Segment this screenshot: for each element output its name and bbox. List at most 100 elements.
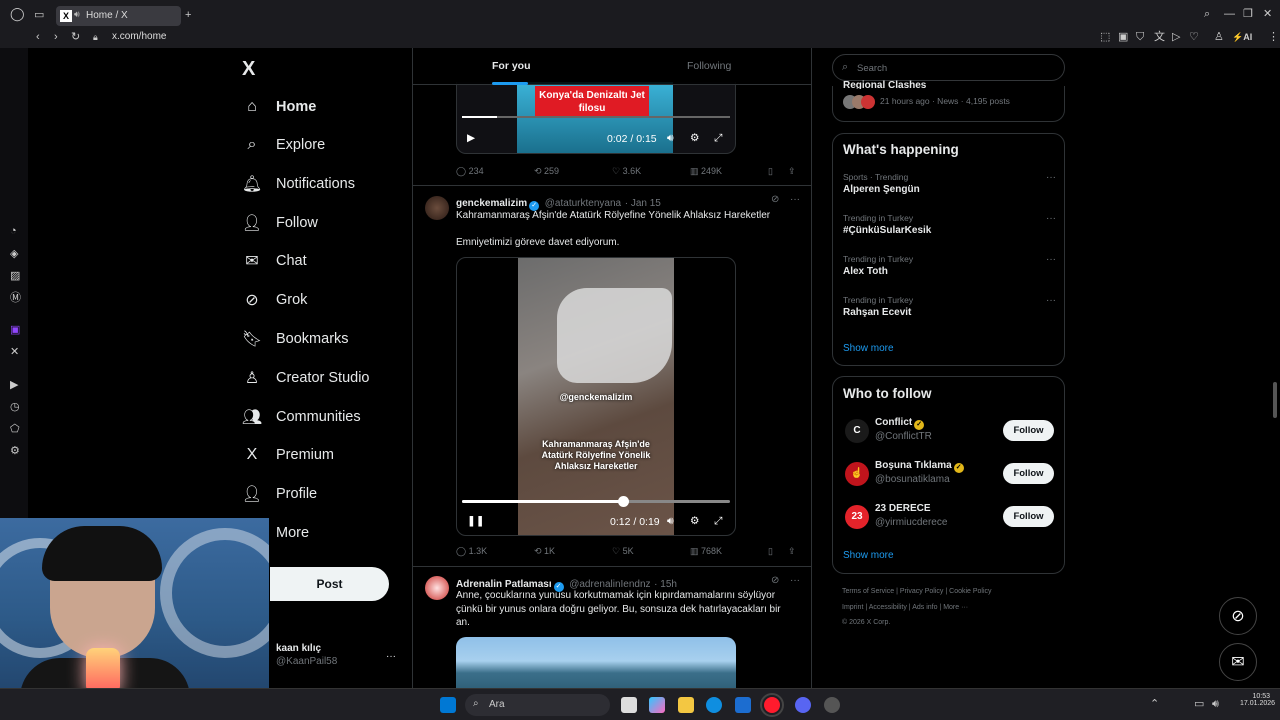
post-image[interactable] xyxy=(456,637,736,688)
grok-float-button[interactable]: ⊘ xyxy=(1219,597,1257,635)
author-name[interactable]: genckemalizim xyxy=(456,198,527,209)
messages-float-button[interactable]: ✉ xyxy=(1219,643,1257,681)
taskbar-search[interactable]: ⌕ Ara xyxy=(465,694,610,716)
follow-suggestion[interactable]: 23 23 DERECE @yirmiucderece Follow xyxy=(843,501,1058,533)
follow-suggestion[interactable]: C Conflict ✓ @ConflictTR Follow xyxy=(843,415,1058,447)
follow-button[interactable]: Follow xyxy=(1003,506,1054,527)
url-text[interactable]: x.com/home xyxy=(112,31,166,42)
bookmark-icon[interactable]: ▯ xyxy=(768,546,773,557)
sidebar-aria-icon[interactable]: ◔ xyxy=(10,225,17,237)
like-button[interactable]: ♡ 5K xyxy=(612,546,634,557)
start-icon[interactable] xyxy=(440,697,456,713)
search-tabs-icon[interactable]: ⌕ xyxy=(1204,8,1210,20)
trend-menu-icon[interactable]: ··· xyxy=(1046,213,1056,224)
heart-icon[interactable]: ♡ xyxy=(1189,31,1199,43)
nav-item-premium[interactable]: X Premium xyxy=(236,436,406,474)
video-progress[interactable] xyxy=(462,116,730,118)
share-icon[interactable]: ⇪ xyxy=(788,546,796,557)
post-menu-icon[interactable]: ··· xyxy=(790,194,800,205)
task-view-icon[interactable] xyxy=(621,697,637,713)
reply-button[interactable]: ◯ 234 xyxy=(456,166,484,177)
sidebar-history-icon[interactable]: ◷ xyxy=(10,401,20,413)
follow-suggestion[interactable]: ☝ Boşuna Tıklama ✓ @bosunatiklama Follow xyxy=(843,458,1058,490)
store-icon[interactable] xyxy=(735,697,751,713)
edge-icon[interactable] xyxy=(706,697,722,713)
news-card[interactable]: Regional Clashes 21 hours ago · News · 4… xyxy=(832,80,1065,122)
avatar[interactable]: 23 xyxy=(845,505,869,529)
sidebar-crypto-icon[interactable]: ◈ xyxy=(10,248,18,260)
follow-button[interactable]: Follow xyxy=(1003,420,1054,441)
footer-link[interactable]: Terms of Service xyxy=(842,588,894,595)
avatar[interactable]: ☝ xyxy=(845,462,869,486)
clock[interactable]: 10:53 17.01.2026 xyxy=(1240,693,1275,707)
trend-item[interactable]: Trending in Turkey Rahşan Ecevit ··· xyxy=(843,295,1058,318)
bookmark-icon[interactable]: ▯ xyxy=(768,166,773,177)
nav-item-notifications[interactable]: 🔔︎ Notifications xyxy=(236,165,406,203)
trend-menu-icon[interactable]: ··· xyxy=(1046,254,1056,265)
nav-item-bookmarks[interactable]: 🔖︎ Bookmarks xyxy=(236,320,406,358)
sidebar-player-icon[interactable]: ▶ xyxy=(10,379,18,391)
fullscreen-icon[interactable]: ⤢ xyxy=(714,515,722,528)
reply-button[interactable]: ◯ 1.3K xyxy=(456,546,487,557)
back-icon[interactable]: ‹ xyxy=(36,31,40,43)
share-icon[interactable]: ⇪ xyxy=(788,166,796,177)
show-more-trends[interactable]: Show more xyxy=(843,343,894,354)
extensions-icon[interactable]: ▣ xyxy=(1118,31,1128,43)
minimize-icon[interactable]: — xyxy=(1224,8,1235,20)
trend-menu-icon[interactable]: ··· xyxy=(1046,172,1056,183)
video-settings-icon[interactable]: ⚙ xyxy=(690,132,699,144)
post-menu-icon[interactable]: ··· xyxy=(790,575,800,586)
sidebar-m-icon[interactable]: Ⓜ xyxy=(10,292,21,304)
show-more-follow[interactable]: Show more xyxy=(843,550,894,561)
volume-tray-icon[interactable]: 🔊︎ xyxy=(1212,698,1219,710)
network-icon[interactable]: ▭ xyxy=(1194,698,1204,710)
footer-link[interactable]: Imprint xyxy=(842,604,863,611)
volume-icon[interactable]: 🔊︎ xyxy=(667,515,674,528)
copilot-icon[interactable] xyxy=(649,697,665,713)
steam-icon[interactable] xyxy=(824,697,840,713)
opera-menu-icon[interactable]: ◯ xyxy=(10,7,25,20)
avatar[interactable] xyxy=(425,196,449,220)
translate-icon[interactable]: 文 xyxy=(1154,31,1165,43)
video-progress[interactable] xyxy=(462,496,730,507)
shield-icon[interactable]: ⛉ xyxy=(1136,31,1144,43)
sidebar-twitch-icon[interactable]: ▣ xyxy=(10,324,20,336)
grok-post-icon[interactable]: ⊘ xyxy=(771,575,779,586)
nav-item-communities[interactable]: 👥︎ Communities xyxy=(236,398,406,436)
grok-post-icon[interactable]: ⊘ xyxy=(771,194,779,205)
avatar[interactable] xyxy=(425,576,449,600)
opera-icon[interactable] xyxy=(760,693,784,717)
forward-icon[interactable]: › xyxy=(54,31,58,43)
x-logo-icon[interactable]: X xyxy=(242,58,255,81)
trend-item[interactable]: Sports · Trending Alperen Şengün ··· xyxy=(843,172,1058,195)
player-icon[interactable]: ▷ xyxy=(1172,31,1180,43)
footer-link[interactable]: Accessibility xyxy=(869,604,907,611)
repost-button[interactable]: ⟲ 259 xyxy=(534,166,559,177)
repost-button[interactable]: ⟲ 1K xyxy=(534,546,555,557)
tab-home[interactable]: X 🔊︎ Home / X xyxy=(56,6,181,26)
tab-for-you[interactable]: For you xyxy=(492,60,531,72)
account-switcher[interactable]: kaan kılıç @KaanPail58 ··· xyxy=(276,643,396,667)
volume-icon[interactable]: 🔊︎ xyxy=(667,132,674,145)
account-icon[interactable]: ♙ xyxy=(1214,31,1224,43)
reload-icon[interactable]: ↻ xyxy=(71,31,80,43)
video-progress-handle[interactable] xyxy=(617,496,629,507)
author-handle[interactable]: @ataturktenyana xyxy=(545,198,621,209)
trend-item[interactable]: Trending in Turkey #ÇünküSularKesik ··· xyxy=(843,213,1058,236)
post-button[interactable]: Post xyxy=(270,567,389,601)
sidebar-wallet-icon[interactable]: ▨ xyxy=(10,270,20,282)
video-player[interactable]: @genckemalizim Kahramanmaraş Afşin'de At… xyxy=(456,257,736,536)
search-input[interactable]: ⌕ Search xyxy=(832,54,1065,81)
discord-icon[interactable] xyxy=(795,697,811,713)
footer-link[interactable]: Privacy Policy xyxy=(900,588,944,595)
close-window-icon[interactable]: ✕ xyxy=(1263,8,1272,20)
like-button[interactable]: ♡ 3.6K xyxy=(612,166,641,177)
post-date[interactable]: · Jan 15 xyxy=(625,198,661,209)
footer-link[interactable]: More ··· xyxy=(943,604,968,611)
video-player[interactable]: Konya'da Denizaltı Jet filosu ▶ 0:02 / 0… xyxy=(456,82,736,154)
trend-menu-icon[interactable]: ··· xyxy=(1046,295,1056,306)
avatar[interactable]: C xyxy=(845,419,869,443)
footer-link[interactable]: Cookie Policy xyxy=(949,588,991,595)
nav-item-creator-studio[interactable]: ♙ Creator Studio xyxy=(236,359,406,397)
nav-item-profile[interactable]: 👤︎ Profile xyxy=(236,475,406,513)
